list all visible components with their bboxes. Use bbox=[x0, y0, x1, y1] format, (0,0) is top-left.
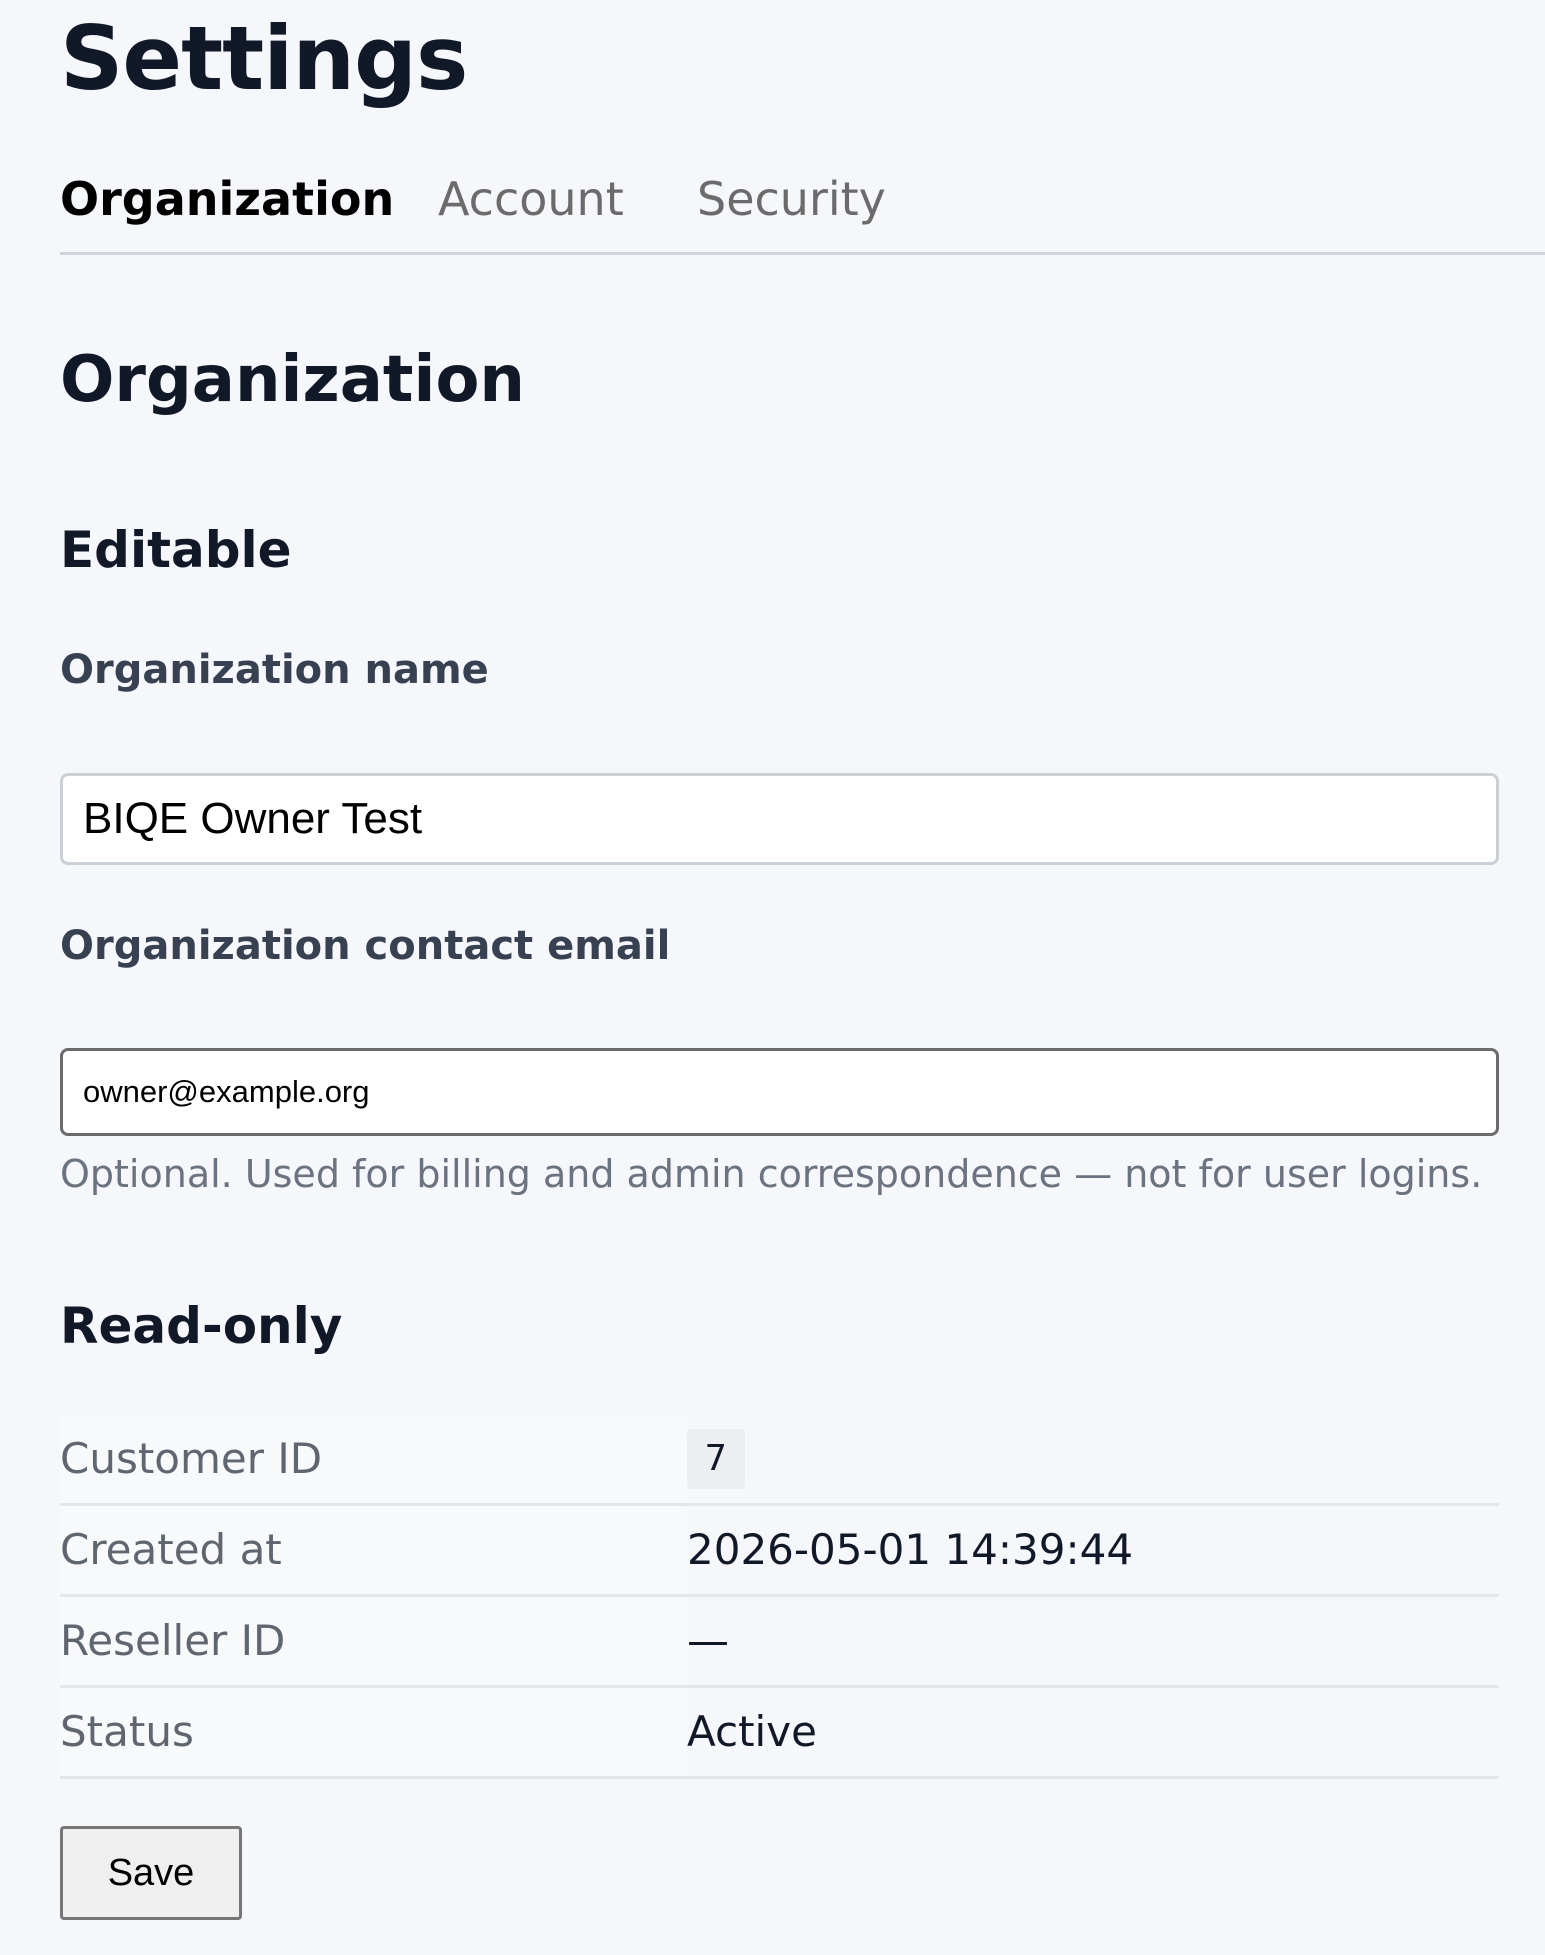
created-at-value: 2026-05-01 14:39:44 bbox=[687, 1504, 1499, 1597]
contact-email-input[interactable] bbox=[60, 1048, 1499, 1136]
tab-account[interactable]: Account bbox=[438, 162, 624, 236]
contact-email-label: Organization contact email bbox=[60, 923, 671, 969]
reseller-id-label: Reseller ID bbox=[60, 1595, 687, 1688]
table-row: Created at 2026-05-01 14:39:44 bbox=[60, 1504, 1499, 1597]
customer-id-value: 7 bbox=[687, 1429, 745, 1489]
status-label: Status bbox=[60, 1686, 687, 1779]
editable-heading: Editable bbox=[60, 521, 292, 579]
contact-email-help: Optional. Used for billing and admin cor… bbox=[60, 1152, 1483, 1196]
section-title: Organization bbox=[60, 343, 525, 417]
save-button[interactable]: Save bbox=[60, 1826, 242, 1920]
table-row: Customer ID 7 bbox=[60, 1415, 1499, 1506]
settings-tabs: Organization Account Security bbox=[60, 162, 1545, 255]
readonly-heading: Read-only bbox=[60, 1297, 343, 1355]
table-row: Reseller ID — bbox=[60, 1595, 1499, 1688]
page-title: Settings bbox=[60, 7, 468, 110]
customer-id-label: Customer ID bbox=[60, 1415, 687, 1506]
status-value: Active bbox=[687, 1686, 1499, 1779]
tab-organization[interactable]: Organization bbox=[60, 162, 394, 236]
table-row: Status Active bbox=[60, 1686, 1499, 1779]
org-name-input[interactable] bbox=[60, 773, 1499, 865]
customer-id-cell: 7 bbox=[687, 1415, 1499, 1506]
org-name-label: Organization name bbox=[60, 647, 489, 693]
reseller-id-value: — bbox=[687, 1595, 1499, 1688]
created-at-label: Created at bbox=[60, 1504, 687, 1597]
tab-security[interactable]: Security bbox=[697, 162, 886, 236]
readonly-table: Customer ID 7 Created at 2026-05-01 14:3… bbox=[60, 1415, 1499, 1779]
